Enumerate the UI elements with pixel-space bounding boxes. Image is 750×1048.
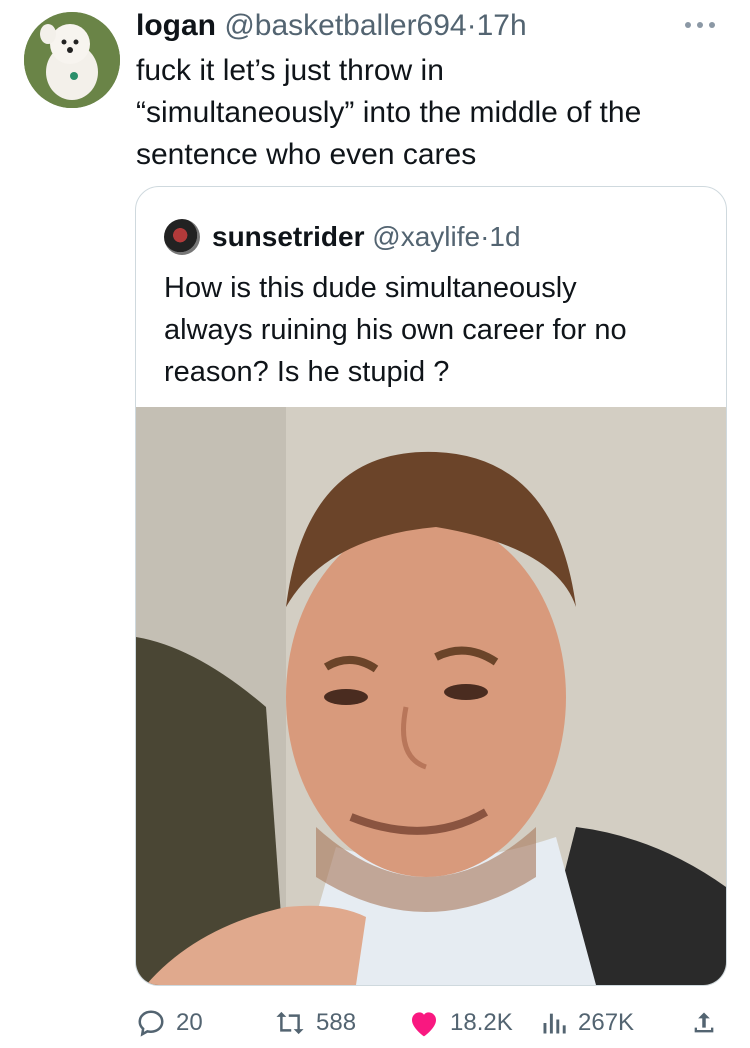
- tweet-text-line: “simultaneously” into the middle of the: [136, 96, 642, 129]
- retweet-icon: [276, 1011, 304, 1035]
- share-upload-icon: [694, 1012, 714, 1033]
- man-portrait-photo: [136, 407, 726, 985]
- author-name[interactable]: logan: [136, 9, 216, 42]
- separator-dot: ·: [480, 221, 490, 252]
- tweet-action-bar: 20 588 18.2K 267K: [0, 998, 750, 1048]
- bar-chart-icon: [543, 1013, 566, 1034]
- quoted-tweet-header: sunsetrider @xaylife·1d: [212, 219, 521, 255]
- ellipsis-icon: [685, 22, 715, 28]
- view-count: 267K: [578, 1009, 635, 1036]
- quoted-author-avatar[interactable]: [164, 219, 200, 255]
- quoted-tweet-time[interactable]: 1d: [489, 221, 520, 252]
- tweet-text-line: sentence who even cares: [136, 138, 477, 171]
- reply-icon: [138, 1010, 164, 1037]
- heart-filled-icon: [412, 1012, 436, 1037]
- quoted-tweet-photo[interactable]: [136, 407, 726, 985]
- dog-avatar-image: [24, 12, 120, 108]
- quoted-tweet-text: How is this dude simultaneously always r…: [164, 267, 704, 393]
- author-avatar[interactable]: [24, 12, 120, 108]
- like-count: 18.2K: [450, 1009, 513, 1036]
- quoted-tweet[interactable]: sunsetrider @xaylife·1d How is this dude…: [135, 186, 727, 986]
- quoted-text-line: always ruining his own career for no: [164, 314, 627, 346]
- reply-count: 20: [176, 1009, 203, 1036]
- like-button[interactable]: 18.2K: [408, 998, 513, 1048]
- views-button[interactable]: 267K: [540, 998, 634, 1048]
- tweet-header: logan @basketballer694·17h: [136, 8, 527, 44]
- share-button[interactable]: [690, 998, 718, 1048]
- tweet-text: fuck it let’s just throw in “simultaneou…: [136, 50, 716, 176]
- quoted-text-line: How is this dude simultaneously: [164, 272, 577, 304]
- separator-dot: ·: [466, 9, 477, 42]
- tweet-text-line: fuck it let’s just throw in: [136, 54, 444, 87]
- quoted-author-name[interactable]: sunsetrider: [212, 221, 365, 252]
- reply-button[interactable]: 20: [136, 998, 203, 1048]
- retweet-button[interactable]: 588: [274, 998, 356, 1048]
- quoted-author-handle[interactable]: @xaylife: [372, 221, 480, 252]
- retweet-count: 588: [316, 1009, 357, 1036]
- more-options-button[interactable]: [680, 18, 720, 38]
- quoted-text-line: reason? Is he stupid ?: [164, 356, 450, 388]
- author-handle[interactable]: @basketballer694: [224, 9, 466, 42]
- tweet-time[interactable]: 17h: [477, 9, 527, 42]
